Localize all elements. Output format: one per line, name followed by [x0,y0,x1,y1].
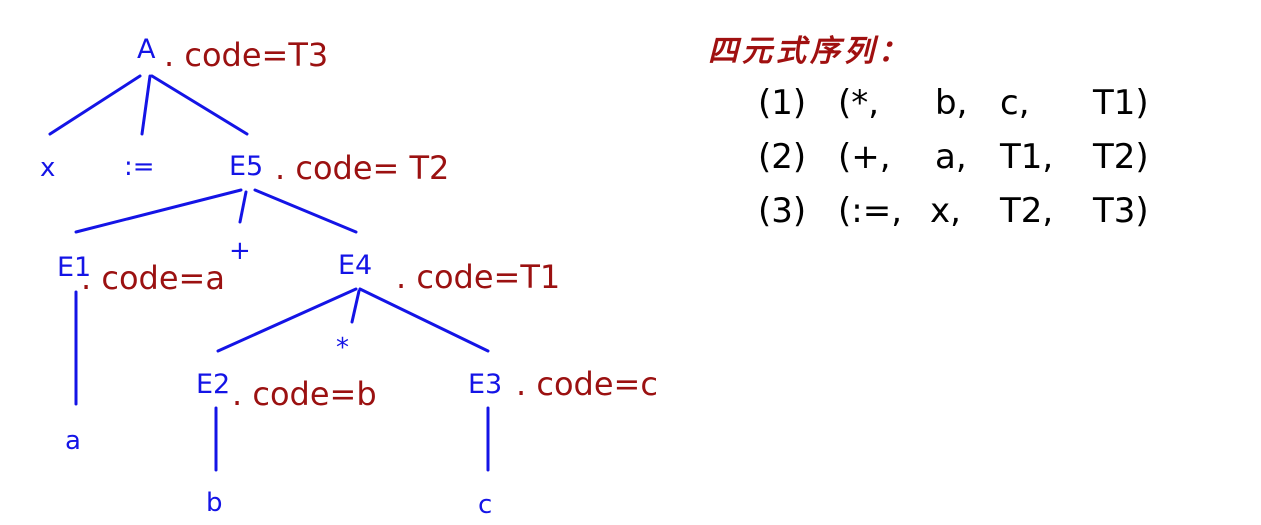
op-plus: + [229,236,251,266]
quadruple-arg1: x, [930,191,961,231]
attr-E4-code: . code=T1 [396,258,561,296]
quadruple-arg1: a, [935,137,967,177]
attr-E2-code: . code=b [232,375,377,413]
edge-E4-E3 [358,287,490,353]
node-E2: E2 [196,369,231,400]
node-E4: E4 [338,250,373,281]
quadruple-arg2: c, [1000,83,1030,123]
quadruple-arg2: T2, [1000,191,1054,231]
attr-E5-code: . code= T2 [275,149,450,187]
attr-A-code: . code=T3 [164,36,329,74]
edge-E4-star [350,289,361,324]
leaf-c: c [478,490,493,520]
quadruple-result: T1) [1093,83,1149,123]
quadruple-arg1: b, [935,83,968,123]
leaf-assign: := [124,152,155,182]
quadruple-number: (2) [758,137,807,177]
edge-A-assign [140,74,152,136]
edge-E5-E4 [253,188,358,234]
quadruple-op: (*, [838,83,880,123]
edge-E5-E1 [74,188,243,234]
quadruple-result: T2) [1093,137,1149,177]
quadruple-op: (:=, [838,191,903,231]
quadruple-arg2: T1, [1000,137,1054,177]
quadruple-result: T3) [1093,191,1149,231]
attr-E1-code: . code=a [81,259,225,297]
attr-E3-code: . code=c [516,365,658,403]
edge-A-x [48,74,142,136]
quadruple-op: (+, [838,137,891,177]
leaf-x: x [40,153,56,183]
node-E3: E3 [468,369,503,400]
edge-A-E5 [150,74,249,136]
op-star: * [336,333,349,363]
leaf-a: a [65,426,81,456]
leaf-b: b [206,488,223,518]
quadruple-number: (1) [758,83,807,123]
node-A: A [137,34,156,65]
node-E5: E5 [229,151,264,182]
quadruple-sequence-title: 四元式序列： [708,34,912,69]
edge-E5-plus [238,190,248,224]
quadruple-number: (3) [758,191,807,231]
